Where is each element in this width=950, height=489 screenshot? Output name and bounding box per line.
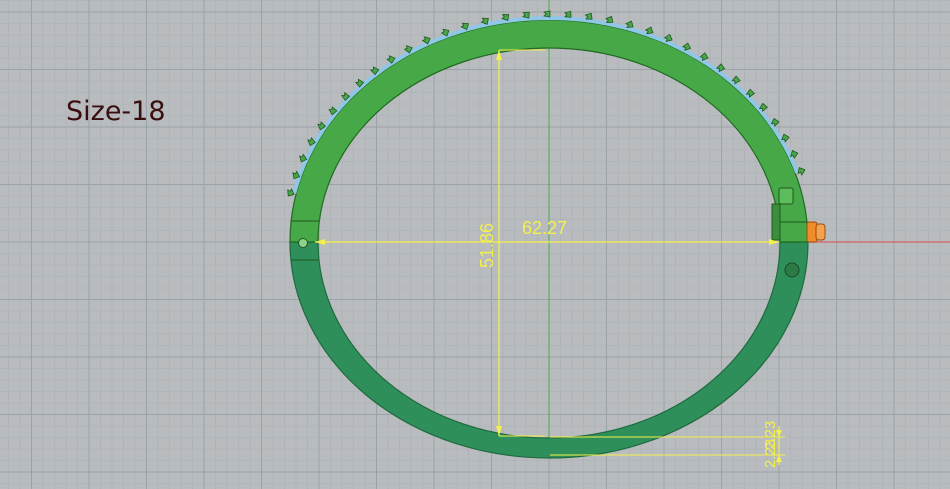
prong [287, 188, 295, 197]
prong [584, 12, 593, 20]
height-dimension-value: 51.86 [477, 223, 497, 268]
3d-viewport[interactable]: 62.27 51.86 2.23 2.23 Size-18 [0, 0, 950, 489]
prong [625, 20, 634, 28]
prong [543, 10, 551, 18]
clasp-box[interactable] [778, 187, 794, 205]
push-button-clasp[interactable] [806, 221, 826, 243]
thickness-bottom-value: 2.23 [762, 439, 779, 468]
viewport-canvas[interactable]: 62.27 51.86 2.23 2.23 [0, 0, 950, 489]
width-dimension-value: 62.27 [522, 218, 567, 238]
prong [522, 11, 530, 19]
prong [797, 167, 806, 176]
clasp-latch[interactable] [771, 203, 781, 241]
safety-ball[interactable] [784, 262, 800, 278]
size-label: Size-18 [66, 96, 166, 127]
width-dimension[interactable] [315, 239, 779, 245]
hinge-pin[interactable] [298, 238, 308, 248]
prong [563, 10, 572, 18]
